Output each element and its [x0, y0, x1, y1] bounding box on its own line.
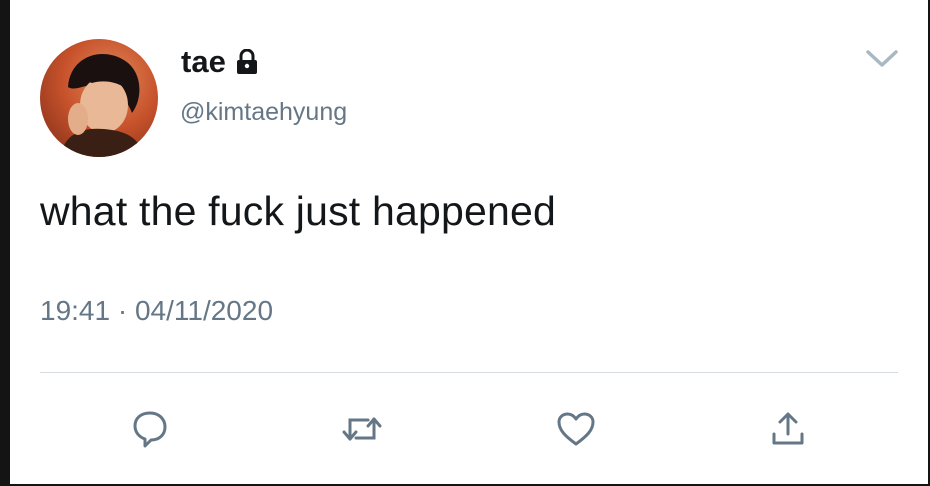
retweet-button[interactable]: [340, 407, 384, 451]
chevron-down-icon[interactable]: [862, 44, 902, 72]
tweet-text: what the fuck just happened: [40, 188, 556, 234]
share-button[interactable]: [766, 407, 810, 451]
timestamp-separator: ·: [117, 295, 128, 326]
avatar-photo: [60, 54, 144, 157]
display-name[interactable]: tae: [181, 44, 226, 80]
share-icon: [772, 412, 804, 445]
tweet-timestamp[interactable]: 19:41 · 04/11/2020: [40, 295, 273, 327]
reply-button[interactable]: [128, 407, 172, 451]
tweet-time: 19:41: [40, 295, 111, 326]
avatar[interactable]: [40, 39, 158, 157]
user-handle[interactable]: @kimtaehyung: [180, 98, 347, 127]
heart-icon: [557, 412, 595, 446]
speech-bubble-icon: [133, 411, 167, 448]
tweet-date: 04/11/2020: [134, 295, 274, 326]
like-button[interactable]: [554, 407, 598, 451]
display-name-row: tae: [181, 44, 258, 80]
divider: [40, 372, 898, 373]
tweet-card: tae @kimtaehyung what the fuck just happ…: [10, 0, 928, 484]
lock-icon: [236, 49, 257, 74]
retweet-icon: [342, 417, 382, 441]
